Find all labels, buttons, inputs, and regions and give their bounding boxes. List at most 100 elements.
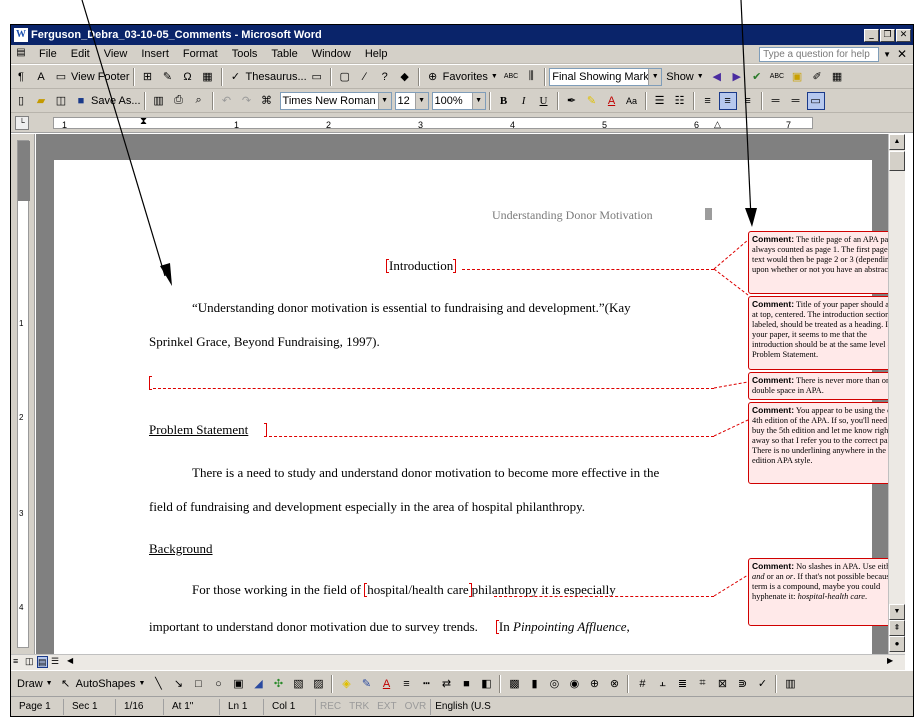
font-color-icon[interactable]: A (603, 92, 621, 110)
comment-balloon[interactable]: Comment: Title of your paper should appe… (748, 296, 888, 370)
scroll-up-icon[interactable]: ▲ (889, 134, 905, 150)
new-comment-icon[interactable]: ▣ (788, 68, 806, 86)
frame-icon[interactable]: ▢ (336, 68, 354, 86)
find-icon[interactable]: ⌘ (258, 92, 276, 110)
date-icon[interactable]: ▦ (199, 68, 217, 86)
align-right-icon[interactable]: ≡ (739, 92, 757, 110)
bold-icon[interactable]: B (495, 92, 513, 110)
rectangle-tool-icon[interactable]: □ (189, 675, 207, 693)
line-style-icon[interactable]: ≡ (397, 675, 415, 693)
vertical-ruler[interactable]: 1 2 3 4 (11, 134, 35, 654)
previous-change-icon[interactable]: ◀ (708, 68, 726, 86)
word-app-icon[interactable]: W (14, 28, 28, 42)
reviewing-pane-icon[interactable]: ▦ (828, 68, 846, 86)
group-icon[interactable]: ⋑ (733, 675, 751, 693)
horizontal-ruler[interactable]: └ 1 1 2 3 4 5 6 7 ⧗ △ (11, 113, 913, 133)
frame-tool-icon[interactable]: ⊠ (713, 675, 731, 693)
3d-icon[interactable]: ◧ (477, 675, 495, 693)
menu-view[interactable]: View (97, 48, 135, 60)
document-page[interactable]: Understanding Donor Motivation Introduct… (54, 160, 888, 654)
comment-balloon[interactable]: Comment: The title page of an APA paper … (748, 231, 888, 294)
align-left-icon[interactable]: ≡ (699, 92, 717, 110)
arrow-style-icon[interactable]: ⇄ (437, 675, 455, 693)
favorites-icon[interactable]: ⊕ (424, 68, 442, 86)
vertical-scrollbar[interactable]: ▲ ▼ ⇞ ● (888, 134, 905, 654)
asian-layout-icon[interactable]: ⊕ (585, 675, 603, 693)
thesaurus-button[interactable]: Thesaurus... (246, 71, 307, 83)
line-color-icon[interactable]: ✎ (357, 675, 375, 693)
zoom-select[interactable]: 100% ▼ (431, 91, 486, 110)
document-icon[interactable]: ▤ (14, 47, 28, 61)
ruby-icon[interactable]: ◎ (545, 675, 563, 693)
markup-display-select[interactable]: Final Showing Markup ▼ (549, 67, 663, 86)
enclose-icon[interactable]: ◉ (565, 675, 583, 693)
arrow-tool-icon[interactable]: ↘ (169, 675, 187, 693)
menu-edit[interactable]: Edit (64, 48, 97, 60)
open-folder-icon[interactable]: ▰ (32, 92, 50, 110)
horizontal-scrollbar[interactable]: ≡ ◫ ▤ ☰ ◀ ▶ (11, 654, 905, 670)
clip-art-icon[interactable]: ▧ (289, 675, 307, 693)
oval-tool-icon[interactable]: ○ (209, 675, 227, 693)
document-close-icon[interactable]: ✕ (891, 47, 913, 61)
web-layout-icon[interactable]: ◫ (25, 656, 34, 667)
insert-symbol-icon[interactable]: Ω (179, 68, 197, 86)
document-area[interactable]: Understanding Donor Motivation Introduct… (36, 134, 888, 654)
close-button[interactable]: ✕ (896, 28, 911, 42)
fill-color-icon[interactable]: ◈ (337, 675, 355, 693)
next-change-icon[interactable]: ▶ (728, 68, 746, 86)
diagram-icon[interactable]: ✣ (269, 675, 287, 693)
comment-balloon[interactable]: Comment: You appear to be using the old … (748, 402, 888, 484)
menu-help[interactable]: Help (358, 48, 395, 60)
track-changes-icon[interactable]: ✐ (808, 68, 826, 86)
save-icon[interactable]: ■ (72, 92, 90, 110)
pen-icon[interactable]: ✒ (563, 92, 581, 110)
redo-icon[interactable]: ↷ (238, 92, 256, 110)
status-ext[interactable]: EXT (373, 699, 400, 715)
draw-pencil-icon[interactable]: ∕ (356, 68, 374, 86)
autoshapes-menu-button[interactable]: AutoShapes (76, 678, 136, 690)
normal-view-icon[interactable]: ≡ (13, 656, 18, 666)
comment-balloon[interactable]: Comment: No slashes in APA. Use either a… (748, 558, 888, 626)
research-icon[interactable]: ⊞ (139, 68, 157, 86)
table-grid-icon[interactable]: # (633, 675, 651, 693)
highlight-text-icon[interactable]: A (32, 68, 50, 86)
status-rec[interactable]: REC (315, 699, 345, 715)
select-browse-object-icon[interactable]: ● (889, 636, 905, 652)
print-preview-icon[interactable]: ⌕ (190, 92, 208, 110)
menu-window[interactable]: Window (305, 48, 358, 60)
status-ovr[interactable]: OVR (401, 699, 431, 715)
print-icon[interactable]: ⎙ (170, 92, 188, 110)
menu-table[interactable]: Table (264, 48, 304, 60)
previous-page-icon[interactable]: ⇞ (889, 620, 905, 636)
draw-menu-button[interactable]: Draw (17, 678, 43, 690)
numbering-icon[interactable]: ☰ (651, 92, 669, 110)
save-as-button[interactable]: Save As... (91, 95, 141, 107)
scroll-thumb[interactable] (889, 151, 905, 171)
first-line-indent-marker-icon[interactable]: ⧗ (140, 116, 147, 127)
italic-icon[interactable]: I (515, 92, 533, 110)
comment-balloon[interactable]: Comment: There is never more than one do… (748, 372, 888, 400)
view-footer-icon[interactable]: ▭ (52, 68, 70, 86)
show-hide-formatting-icon[interactable]: ¶ (12, 68, 30, 86)
distribute-icon[interactable]: ⌗ (693, 675, 711, 693)
spell-check-icon[interactable]: ✓ (227, 68, 245, 86)
combine-icon[interactable]: ⊗ (605, 675, 623, 693)
insert-picture-icon[interactable]: ▩ (505, 675, 523, 693)
menu-file[interactable]: File (32, 48, 64, 60)
ruler-strip[interactable]: 1 1 2 3 4 5 6 7 ⧗ △ (53, 116, 813, 130)
word-count-icon[interactable]: ⫼ (522, 68, 540, 86)
view-footer-button[interactable]: View Footer (71, 71, 130, 83)
new-document-icon[interactable]: ▯ (12, 92, 30, 110)
border-icon[interactable]: ▭ (806, 91, 825, 110)
align-center-icon[interactable]: ≡ (718, 91, 737, 110)
tab-selector-icon[interactable]: └ (15, 116, 29, 130)
accept-change-icon[interactable]: ✔ (748, 68, 766, 86)
menu-format[interactable]: Format (176, 48, 225, 60)
picture-icon[interactable]: ▨ (309, 675, 327, 693)
font-size-select[interactable]: 12 ▼ (394, 91, 429, 110)
status-trk[interactable]: TRK (345, 699, 373, 715)
double-line-icon[interactable]: ═ (787, 92, 805, 110)
spelling-abc-icon[interactable]: ABC (502, 68, 520, 86)
font-color-draw-icon[interactable]: A (377, 675, 395, 693)
spelling-icon[interactable]: ✎ (159, 68, 177, 86)
